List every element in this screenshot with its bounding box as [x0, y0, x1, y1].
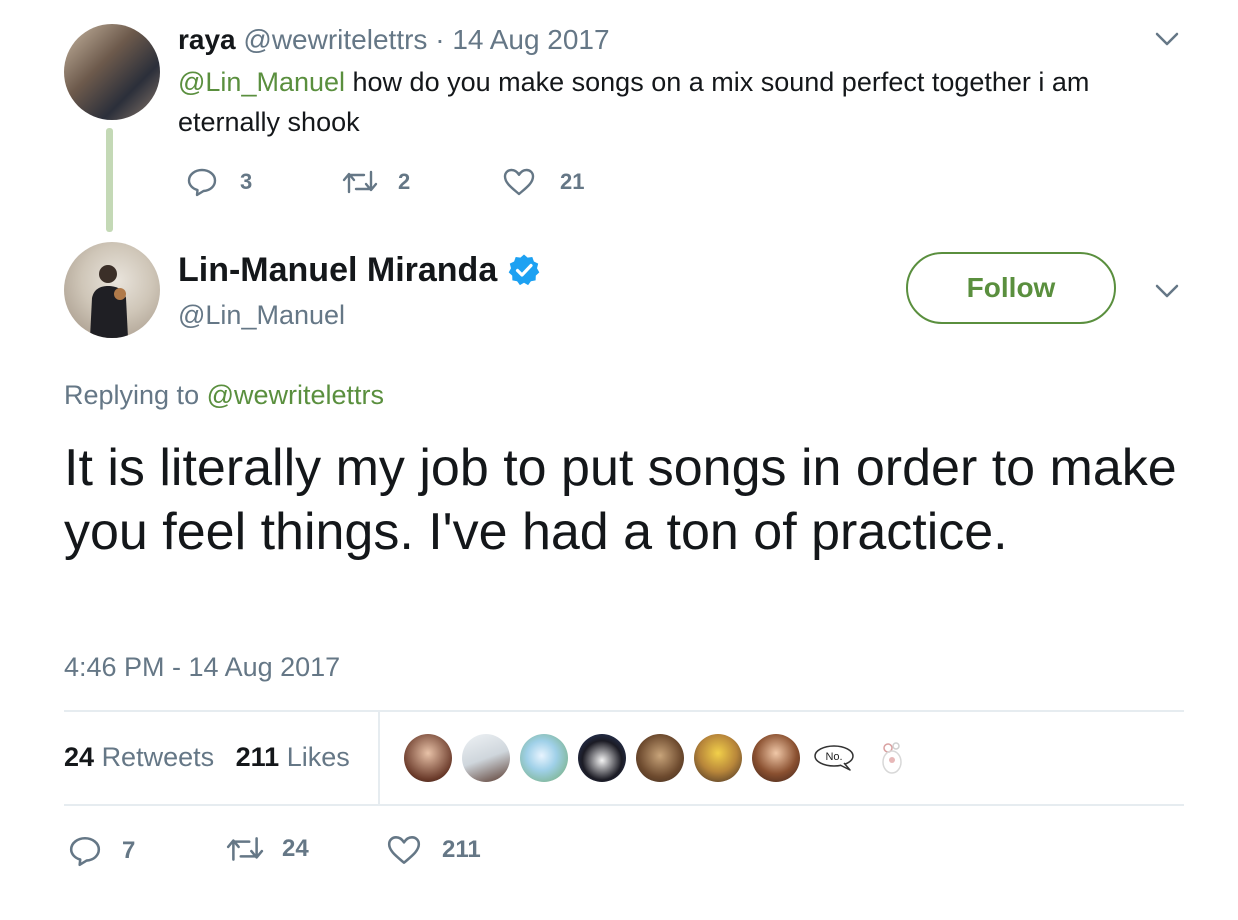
parent-like-count: 21	[560, 169, 585, 194]
like-count: 211	[442, 836, 481, 863]
author-handle[interactable]: @Lin_Manuel	[178, 298, 345, 332]
liker-avatar[interactable]	[636, 734, 684, 782]
liker-avatar[interactable]	[520, 734, 568, 782]
retweet-icon	[342, 170, 378, 194]
sketch-figure-icon	[882, 742, 902, 774]
reply-icon	[69, 836, 101, 867]
replying-to-link[interactable]: @wewritelettrs	[207, 380, 384, 410]
replying-prefix: Replying to	[64, 380, 207, 410]
retweets-stat[interactable]: 24 Retweets	[64, 742, 214, 772]
speech-bubble-icon: No.	[814, 745, 854, 771]
likes-stat[interactable]: 211 Likes	[236, 742, 350, 772]
like-action[interactable]: 211	[386, 834, 481, 866]
liker-avatar[interactable]	[868, 734, 916, 782]
parent-mention-link[interactable]: @Lin_Manuel	[178, 67, 345, 97]
liker-avatar[interactable]	[404, 734, 452, 782]
parent-tweet-text: @Lin_Manuel how do you make songs on a m…	[178, 62, 1158, 142]
like-icon	[503, 168, 535, 196]
parent-date[interactable]: 14 Aug 2017	[452, 24, 609, 55]
parent-tweet-header: raya @wewritelettrs · 14 Aug 2017	[178, 24, 610, 56]
parent-actions: 3 2 21	[186, 166, 584, 198]
liker-avatar[interactable]	[578, 734, 626, 782]
parent-retweet-count: 2	[398, 169, 411, 194]
main-tweet-text: It is literally my job to put songs in o…	[64, 439, 1177, 561]
parent-like-action[interactable]: 21	[502, 167, 584, 197]
lin-avatar[interactable]	[64, 242, 160, 338]
likes-stat-count: 211	[235, 742, 280, 772]
avatar-figure	[90, 265, 128, 338]
liker-avatar[interactable]	[694, 734, 742, 782]
stats-vertical-divider	[378, 712, 380, 804]
parent-handle[interactable]: @wewritelettrs	[243, 24, 427, 55]
likes-stat-label: Likes	[286, 742, 350, 772]
stats-top-divider	[64, 710, 1184, 712]
liker-avatar[interactable]: No.	[810, 734, 858, 782]
thread-connector	[106, 128, 113, 232]
tweet-stats: 24 Retweets 211 Likes	[64, 740, 350, 774]
parent-display-name[interactable]: raya	[178, 24, 236, 55]
reply-icon	[187, 168, 217, 197]
parent-reply-count: 3	[240, 169, 253, 194]
retweet-icon	[226, 837, 264, 861]
liker-badge-text: No.	[825, 751, 842, 763]
parent-reply-action[interactable]: 3	[186, 166, 342, 198]
liker-avatar[interactable]	[462, 734, 510, 782]
chevron-down-icon[interactable]	[1154, 282, 1180, 300]
liker-avatar[interactable]	[752, 734, 800, 782]
author-name-row: Lin-Manuel Miranda	[178, 250, 541, 290]
retweet-action[interactable]: 24	[226, 834, 309, 864]
parent-retweet-action[interactable]: 2	[342, 168, 502, 196]
author-display-name[interactable]: Lin-Manuel Miranda	[178, 250, 497, 290]
follow-button[interactable]: Follow	[906, 252, 1116, 324]
retweets-stat-count: 24	[64, 742, 95, 772]
like-icon	[387, 836, 421, 864]
reply-action[interactable]: 7	[68, 834, 135, 868]
retweets-stat-label: Retweets	[101, 742, 215, 772]
reply-count: 7	[122, 837, 136, 864]
stats-bottom-divider	[64, 804, 1184, 806]
parent-separator: ·	[435, 24, 445, 55]
verified-badge-icon	[508, 254, 540, 286]
raya-avatar[interactable]	[64, 24, 160, 120]
retweet-count: 24	[282, 835, 309, 862]
chevron-down-icon[interactable]	[1154, 30, 1180, 48]
tweet-timestamp[interactable]: 4:46 PM - 14 Aug 2017	[64, 650, 340, 684]
replying-to-line: Replying to @wewritelettrs	[64, 378, 384, 412]
